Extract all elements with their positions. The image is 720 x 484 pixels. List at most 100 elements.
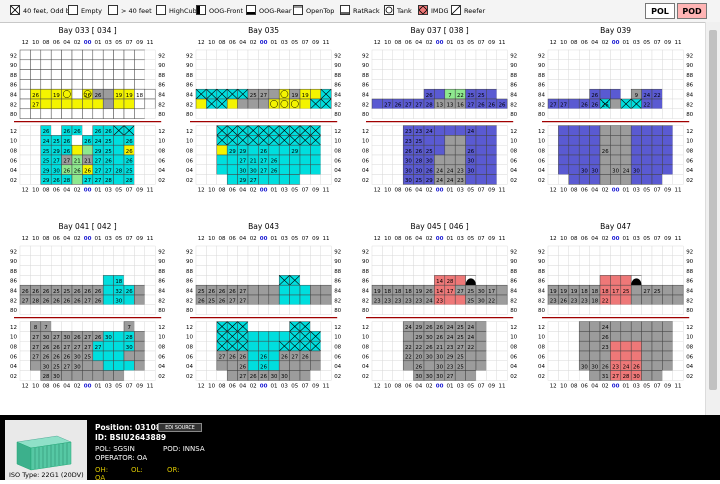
empty-slot[interactable] xyxy=(195,370,207,381)
empty-slot[interactable] xyxy=(247,59,259,70)
container-slot[interactable] xyxy=(651,174,663,185)
container-slot[interactable] xyxy=(299,294,311,306)
empty-slot[interactable] xyxy=(195,360,207,371)
empty-slot[interactable] xyxy=(195,275,207,286)
container-slot[interactable] xyxy=(454,294,466,306)
empty-slot[interactable] xyxy=(392,331,404,342)
empty-slot[interactable] xyxy=(19,331,31,342)
empty-slot[interactable] xyxy=(392,265,404,276)
container-slot[interactable] xyxy=(113,49,125,61)
empty-slot[interactable] xyxy=(195,245,207,257)
empty-slot[interactable] xyxy=(268,79,280,90)
empty-slot[interactable] xyxy=(496,154,508,166)
container-slot[interactable] xyxy=(651,144,663,156)
empty-slot[interactable] xyxy=(113,321,125,332)
empty-slot[interactable] xyxy=(102,304,114,315)
container-slot[interactable] xyxy=(278,331,290,342)
empty-slot[interactable] xyxy=(92,265,104,276)
empty-slot[interactable] xyxy=(641,59,653,70)
container-slot[interactable] xyxy=(50,49,62,61)
container-slot[interactable] xyxy=(113,360,125,371)
empty-slot[interactable] xyxy=(392,321,404,332)
empty-slot[interactable] xyxy=(195,49,207,61)
empty-slot[interactable] xyxy=(547,49,559,61)
empty-slot[interactable] xyxy=(454,49,466,61)
container-slot[interactable] xyxy=(30,79,42,90)
container-slot[interactable] xyxy=(475,154,487,166)
container-slot[interactable] xyxy=(123,98,135,110)
container-slot[interactable] xyxy=(589,144,601,156)
container-slot[interactable] xyxy=(50,59,62,70)
empty-slot[interactable] xyxy=(413,255,425,266)
empty-slot[interactable] xyxy=(206,174,217,185)
container-slot[interactable] xyxy=(61,108,73,119)
container-slot[interactable] xyxy=(475,125,487,136)
container-slot[interactable] xyxy=(454,125,466,136)
container-slot[interactable] xyxy=(102,294,114,306)
empty-slot[interactable] xyxy=(299,255,311,266)
empty-slot[interactable] xyxy=(371,265,383,276)
empty-slot[interactable] xyxy=(371,331,383,342)
empty-slot[interactable] xyxy=(71,275,83,286)
empty-slot[interactable] xyxy=(144,69,156,80)
container-slot[interactable] xyxy=(589,350,601,362)
empty-slot[interactable] xyxy=(144,59,156,70)
empty-slot[interactable] xyxy=(413,49,425,61)
empty-slot[interactable] xyxy=(206,350,217,362)
empty-slot[interactable] xyxy=(216,59,228,70)
empty-slot[interactable] xyxy=(403,88,414,100)
empty-slot[interactable] xyxy=(496,304,508,315)
container-slot[interactable] xyxy=(216,154,228,166)
empty-slot[interactable] xyxy=(382,370,393,381)
container-slot[interactable] xyxy=(558,125,570,136)
empty-slot[interactable] xyxy=(403,370,414,381)
empty-slot[interactable] xyxy=(134,265,145,276)
container-slot[interactable] xyxy=(113,144,125,156)
container-slot[interactable] xyxy=(310,164,322,175)
empty-slot[interactable] xyxy=(30,174,41,185)
container-slot[interactable] xyxy=(134,294,146,306)
container-slot[interactable] xyxy=(475,135,487,146)
empty-slot[interactable] xyxy=(486,331,497,342)
container-slot[interactable] xyxy=(258,340,270,352)
empty-slot[interactable] xyxy=(403,49,414,61)
empty-slot[interactable] xyxy=(195,69,207,80)
empty-slot[interactable] xyxy=(434,59,446,70)
empty-slot[interactable] xyxy=(630,304,642,315)
container-slot[interactable] xyxy=(371,98,383,110)
empty-slot[interactable] xyxy=(206,255,217,266)
empty-slot[interactable] xyxy=(651,108,663,119)
container-slot[interactable] xyxy=(558,154,570,166)
empty-slot[interactable] xyxy=(589,255,601,266)
empty-slot[interactable] xyxy=(558,370,569,381)
empty-slot[interactable] xyxy=(568,340,580,352)
container-slot[interactable] xyxy=(247,350,259,362)
empty-slot[interactable] xyxy=(113,304,125,315)
empty-slot[interactable] xyxy=(206,79,217,90)
container-slot[interactable] xyxy=(40,69,52,80)
empty-slot[interactable] xyxy=(268,255,280,266)
empty-slot[interactable] xyxy=(486,59,497,70)
empty-slot[interactable] xyxy=(392,144,404,156)
empty-slot[interactable] xyxy=(371,108,383,119)
empty-slot[interactable] xyxy=(371,164,383,175)
container-slot[interactable] xyxy=(620,331,632,342)
container-slot[interactable] xyxy=(30,360,42,371)
container-slot[interactable] xyxy=(102,284,114,296)
empty-slot[interactable] xyxy=(486,370,497,381)
container-slot[interactable] xyxy=(454,370,466,381)
empty-slot[interactable] xyxy=(258,59,270,70)
empty-slot[interactable] xyxy=(247,304,259,315)
container-slot[interactable] xyxy=(568,144,580,156)
container-slot[interactable] xyxy=(589,321,601,332)
empty-slot[interactable] xyxy=(371,88,383,100)
empty-slot[interactable] xyxy=(82,275,94,286)
empty-slot[interactable] xyxy=(486,69,497,80)
empty-slot[interactable] xyxy=(547,255,559,266)
empty-slot[interactable] xyxy=(299,304,311,315)
empty-slot[interactable] xyxy=(620,69,632,80)
empty-slot[interactable] xyxy=(206,125,217,136)
empty-slot[interactable] xyxy=(568,370,580,381)
empty-slot[interactable] xyxy=(382,69,393,80)
empty-slot[interactable] xyxy=(672,331,684,342)
